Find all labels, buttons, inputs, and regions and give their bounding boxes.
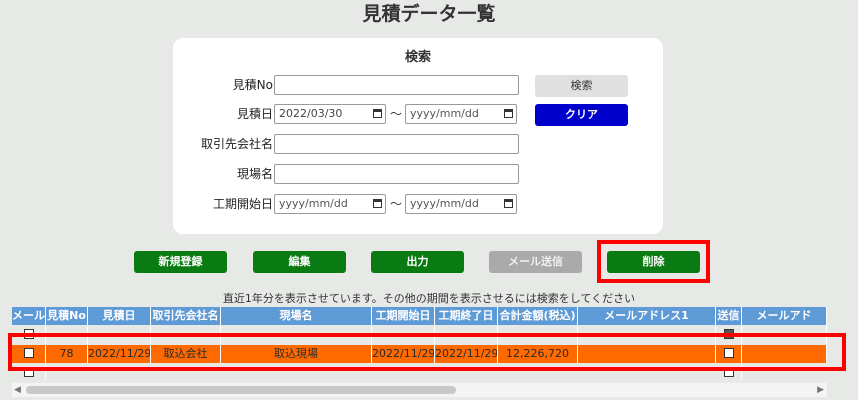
selected-row-highlight bbox=[8, 333, 846, 371]
start-date-from-value: yyyy/mm/dd bbox=[279, 197, 348, 210]
site-input[interactable] bbox=[274, 164, 519, 184]
date-range-tilde: 〜 bbox=[390, 107, 403, 121]
start-date-to-value: yyyy/mm/dd bbox=[410, 197, 479, 210]
col-email2[interactable]: メールアド bbox=[742, 307, 827, 325]
col-sent[interactable]: 送信 bbox=[716, 307, 742, 325]
estimate-date-from-input[interactable]: 2022/03/30 bbox=[274, 104, 386, 124]
scroll-right-icon[interactable]: ▶ bbox=[817, 384, 824, 396]
col-mail[interactable]: メール bbox=[12, 307, 46, 325]
col-site[interactable]: 現場名 bbox=[221, 307, 372, 325]
calendar-icon[interactable] bbox=[373, 199, 382, 208]
horizontal-scrollbar[interactable]: ◀ ▶ bbox=[12, 383, 827, 397]
table-header: メール 見積No 見積日 取引先会社名 現場名 工期開始日 工期終了日 合計金額… bbox=[12, 307, 827, 325]
new-button[interactable]: 新規登録 bbox=[134, 251, 227, 273]
scroll-thumb[interactable] bbox=[26, 386, 456, 394]
estimate-date-label: 見積日 bbox=[236, 107, 273, 121]
clear-button[interactable]: クリア bbox=[535, 104, 628, 126]
col-no[interactable]: 見積No bbox=[46, 307, 88, 325]
period-note: 直近1年分を表示させています。その他の期間を表示させるには検索をしてください bbox=[222, 292, 636, 305]
estimate-date-from-value: 2022/03/30 bbox=[279, 107, 343, 120]
customer-label: 取引先会社名 bbox=[200, 137, 273, 151]
search-button[interactable]: 検索 bbox=[535, 75, 628, 97]
start-date-to-input[interactable]: yyyy/mm/dd bbox=[405, 194, 517, 214]
estimate-no-input[interactable] bbox=[274, 75, 519, 95]
customer-input[interactable] bbox=[274, 134, 519, 154]
page-title: 見積データ一覧 bbox=[362, 3, 496, 25]
site-label: 現場名 bbox=[236, 167, 273, 181]
col-total[interactable]: 合計金額(税込) bbox=[498, 307, 578, 325]
calendar-icon[interactable] bbox=[373, 109, 382, 118]
col-email1[interactable]: メールアドレス1 bbox=[578, 307, 716, 325]
start-date-from-input[interactable]: yyyy/mm/dd bbox=[274, 194, 386, 214]
edit-button[interactable]: 編集 bbox=[253, 251, 346, 273]
estimate-date-to-input[interactable]: yyyy/mm/dd bbox=[405, 104, 517, 124]
delete-button[interactable]: 削除 bbox=[607, 251, 700, 273]
col-end[interactable]: 工期終了日 bbox=[435, 307, 498, 325]
start-date-label: 工期開始日 bbox=[212, 197, 273, 211]
col-customer[interactable]: 取引先会社名 bbox=[151, 307, 221, 325]
send-mail-button[interactable]: メール送信 bbox=[489, 251, 582, 273]
date-range-tilde: 〜 bbox=[390, 197, 403, 211]
estimate-no-label: 見積No bbox=[232, 78, 273, 92]
output-button[interactable]: 出力 bbox=[371, 251, 464, 273]
estimate-date-to-value: yyyy/mm/dd bbox=[410, 107, 479, 120]
col-date[interactable]: 見積日 bbox=[88, 307, 151, 325]
calendar-icon[interactable] bbox=[504, 109, 513, 118]
calendar-icon[interactable] bbox=[504, 199, 513, 208]
col-start[interactable]: 工期開始日 bbox=[372, 307, 435, 325]
search-panel: 検索 見積No 見積日 2022/03/30 〜 yyyy/mm/dd 取引先会… bbox=[173, 38, 663, 234]
scroll-left-icon[interactable]: ◀ bbox=[14, 384, 21, 396]
search-title: 検索 bbox=[404, 50, 431, 65]
